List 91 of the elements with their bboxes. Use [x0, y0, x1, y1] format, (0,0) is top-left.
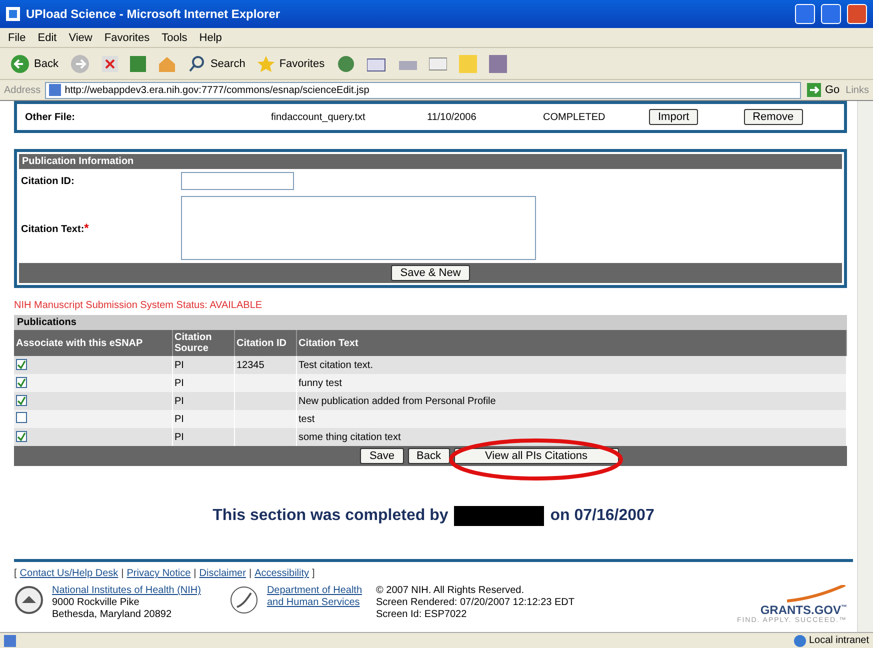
citation-text-field[interactable]	[181, 196, 536, 260]
table-cell	[234, 392, 296, 410]
menu-item[interactable]: Tools	[162, 32, 188, 44]
save-button[interactable]: Save	[360, 448, 404, 464]
menu-item[interactable]: Edit	[38, 32, 57, 44]
table-cell: PI	[172, 410, 234, 428]
file-status: COMPLETED	[543, 112, 606, 122]
bracket-text: ]	[312, 568, 315, 579]
stop-button[interactable]	[100, 54, 120, 74]
completed-text: This section was completed by	[212, 507, 448, 525]
table-cell	[234, 410, 296, 428]
maximize-button[interactable]	[821, 4, 841, 24]
footer-link[interactable]: Contact Us/Help Desk	[20, 568, 118, 579]
field-label: Citation Text:*	[21, 221, 90, 235]
note-icon	[458, 54, 477, 72]
column-header: Citation Text	[296, 330, 846, 356]
checkbox[interactable]	[16, 394, 27, 406]
column-header: Citation Source	[172, 330, 234, 356]
menu-item[interactable]: Favorites	[104, 32, 150, 44]
nih-link[interactable]: National Institutes of Health (NIH)	[52, 585, 201, 596]
remove-button[interactable]: Remove	[744, 109, 803, 125]
checkbox[interactable]	[16, 358, 27, 370]
table-cell: PI	[172, 374, 234, 392]
menu-item[interactable]: View	[68, 32, 92, 44]
home-icon	[158, 56, 176, 72]
save-and-new-button[interactable]: Save & New	[391, 265, 470, 281]
seal-icon	[14, 585, 44, 615]
zone-indicator: Local intranet	[794, 634, 869, 646]
back-button[interactable]: Back	[408, 448, 450, 464]
footer-info-text: © 2007 NIH. All Rights Reserved.	[376, 585, 526, 596]
table-cell: PI	[172, 392, 234, 410]
separator-text: |	[121, 568, 124, 579]
brand-name: GRANTS.GOV$^{™}$	[760, 603, 847, 617]
table-cell: test	[296, 410, 846, 428]
address-field[interactable]: http://webappdev3.era.nih.gov:7777/commons/esnap/scienceEdit.jsp	[44, 82, 801, 98]
table-cell	[234, 428, 296, 446]
column-header: Citation ID	[234, 330, 296, 356]
globe-icon	[794, 634, 806, 646]
table-cell: PI	[172, 428, 234, 446]
field-label: Citation ID:	[21, 176, 76, 186]
table-cell: some thing citation text	[296, 428, 846, 446]
research-button[interactable]	[486, 52, 509, 74]
star-icon	[257, 54, 276, 72]
menu-item[interactable]: Help	[199, 32, 222, 44]
section-header: Publication Information	[19, 154, 842, 169]
checkbox[interactable]	[16, 376, 27, 388]
swoosh-logo-icon	[787, 585, 847, 603]
footer-link[interactable]: Accessibility	[254, 568, 310, 579]
bracket-text: [	[14, 568, 17, 579]
minimize-button[interactable]	[795, 4, 815, 24]
import-button[interactable]: Import	[649, 109, 698, 125]
table-cell: PI	[172, 356, 234, 374]
refresh-button[interactable]	[128, 54, 148, 74]
checkbox[interactable]	[16, 412, 27, 423]
address-label: Address	[4, 84, 41, 96]
separator-text: |	[194, 568, 196, 579]
file-date: 11/10/2006	[427, 112, 478, 122]
separator-text: |	[248, 568, 252, 579]
go-button[interactable]: Go	[804, 81, 842, 99]
table-cell: New publication added from Personal Profile	[296, 392, 846, 410]
field-label: Other File:	[25, 112, 76, 122]
hhs-link[interactable]: Department of Health	[266, 585, 362, 596]
footer-info-text: Screen Rendered: 07/20/2007 12:12:23 EDT	[376, 597, 574, 608]
table-cell: 12345	[234, 356, 296, 374]
table-cell: funny test	[296, 374, 846, 392]
window-title: UPload Science - Microsoft Internet Explorer	[26, 7, 280, 21]
close-button[interactable]	[847, 4, 867, 24]
search-button[interactable]: Search	[186, 52, 248, 74]
back-button[interactable]: Back	[8, 52, 60, 76]
citation-id-field[interactable]	[181, 172, 294, 190]
address-text: 9000 Rockville Pike	[52, 597, 140, 608]
footer-link[interactable]: Privacy Notice	[126, 568, 191, 579]
checkbox[interactable]	[16, 430, 27, 442]
footer-link[interactable]: Disclaimer	[199, 568, 246, 579]
view-citations-button[interactable]: View all PIs Citations	[454, 448, 619, 464]
favorites-button[interactable]: Favorites	[255, 52, 327, 74]
system-status-text: NIH Manuscript Submission System Status: AVAILABLE	[14, 300, 264, 311]
section-header: Publications	[14, 315, 847, 330]
completed-date: on 07/16/2007	[550, 507, 654, 525]
table-cell	[234, 374, 296, 392]
column-header: Associate with this eSNAP	[14, 330, 172, 356]
table-cell: Test citation text.	[296, 356, 846, 374]
stop-icon	[102, 56, 118, 72]
footer-info-text: Screen Id: ESP7022	[376, 609, 468, 620]
menu-item[interactable]: File	[8, 32, 26, 44]
address-text: Bethesda, Maryland 20892	[52, 609, 173, 620]
window-icon	[428, 56, 447, 72]
file-name: findaccount_query.txt	[271, 112, 366, 122]
go-arrow-icon	[806, 83, 821, 97]
hhs-link[interactable]: and Human Services	[266, 597, 362, 608]
search-icon	[188, 54, 206, 72]
